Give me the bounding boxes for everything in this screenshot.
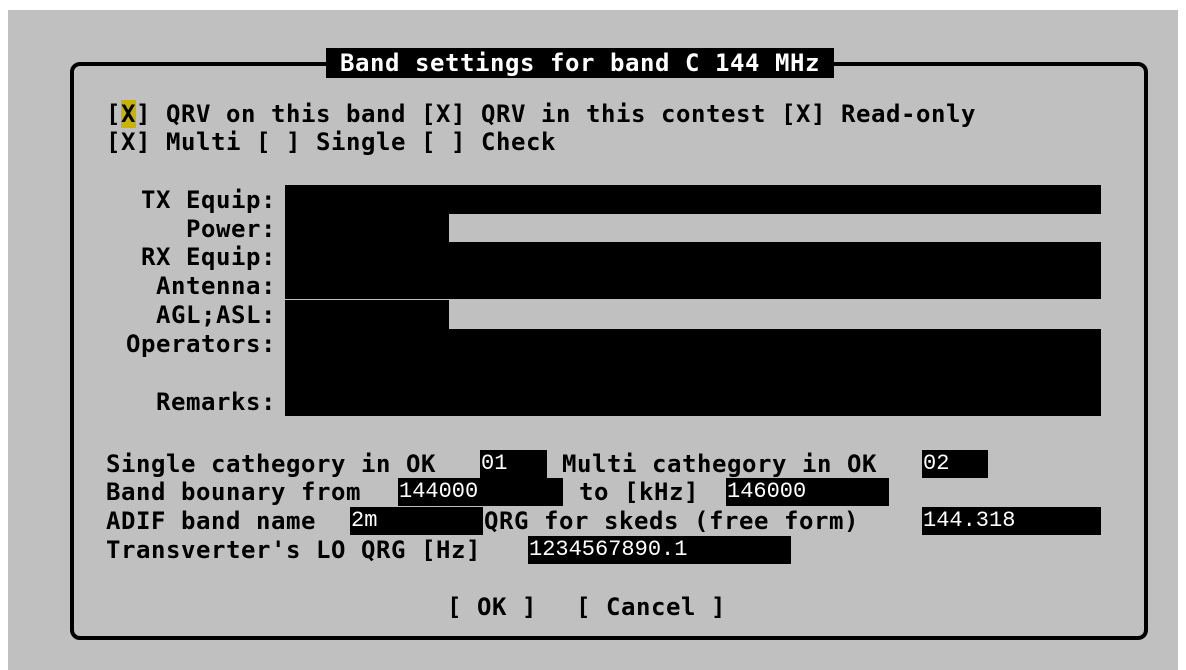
antenna-label: Antenna: xyxy=(156,272,276,300)
single-category-field[interactable]: 01 xyxy=(480,450,547,478)
checkbox-read-only[interactable]: [X] Read-only xyxy=(781,100,976,128)
checkbox-single-label: Single xyxy=(301,128,406,156)
transverter-lo-label: Transverter's LO QRG [Hz] xyxy=(106,536,481,564)
checkbox-multi[interactable]: [X] Multi xyxy=(106,128,241,156)
checkbox-qrv-contest-label: QRV in this contest xyxy=(466,100,766,128)
checkbox-qrv-band-label: QRV on this band xyxy=(151,100,406,128)
checkbox-qrv-contest[interactable]: [X] QRV in this contest xyxy=(421,100,766,128)
dialog-title: Band settings for band C 144 MHz xyxy=(326,48,834,78)
checkbox-check[interactable]: [ ] Check xyxy=(421,128,556,156)
tx-equip-label: TX Equip: xyxy=(141,186,276,214)
checkbox-qrv-band[interactable]: [X] QRV on this band xyxy=(106,100,406,128)
checkbox-single-mark[interactable] xyxy=(271,128,286,156)
checkbox-check-label: Check xyxy=(466,128,556,156)
checkbox-row-2: [X] Multi [ ] Single [ ] Check xyxy=(106,128,556,156)
checkbox-qrv-contest-mark[interactable]: X xyxy=(436,100,451,128)
transverter-lo-field[interactable]: 1234567890.1 xyxy=(528,536,791,564)
operators-field[interactable] xyxy=(285,329,1101,387)
ok-button[interactable]: [ OK ] xyxy=(447,593,537,621)
operators-label: Operators: xyxy=(126,330,276,358)
adif-band-name-label: ADIF band name xyxy=(106,507,316,535)
single-category-label: Single cathegory in OK xyxy=(106,450,436,478)
rx-equip-label: RX Equip: xyxy=(141,243,276,271)
multi-category-field[interactable]: 02 xyxy=(922,450,988,478)
checkbox-qrv-band-mark[interactable]: X xyxy=(121,100,136,128)
checkbox-single[interactable]: [ ] Single xyxy=(256,128,406,156)
agl-asl-field[interactable] xyxy=(285,300,449,329)
remarks-field[interactable] xyxy=(285,387,1101,416)
antenna-field[interactable] xyxy=(285,271,1101,299)
power-label: Power: xyxy=(186,215,276,243)
terminal-screen: Band settings for band C 144 MHz [X] QRV… xyxy=(8,10,1178,670)
power-field[interactable] xyxy=(285,214,449,242)
adif-band-name-field[interactable]: 2m xyxy=(350,507,483,535)
cancel-button[interactable]: [ Cancel ] xyxy=(576,593,726,621)
remarks-label: Remarks: xyxy=(156,388,276,416)
band-boundary-from-field[interactable]: 144000 xyxy=(398,478,563,506)
checkbox-multi-label: Multi xyxy=(151,128,241,156)
checkbox-check-mark[interactable] xyxy=(436,128,451,156)
checkbox-read-only-mark[interactable]: X xyxy=(796,100,811,128)
agl-asl-label: AGL;ASL: xyxy=(156,301,276,329)
checkbox-multi-mark[interactable]: X xyxy=(121,128,136,156)
checkbox-read-only-label: Read-only xyxy=(825,100,976,128)
multi-category-label: Multi cathegory in OK xyxy=(562,450,877,478)
tx-equip-field[interactable] xyxy=(285,185,1101,214)
qrg-skeds-label: QRG for skeds (free form) xyxy=(484,507,859,535)
band-boundary-to-label: to [kHz] xyxy=(579,478,699,506)
checkbox-row-1: [X] QRV on this band [X] QRV in this con… xyxy=(106,100,976,128)
qrg-skeds-field[interactable]: 144.318 xyxy=(922,507,1101,535)
band-boundary-to-field[interactable]: 146000 xyxy=(726,478,889,506)
band-boundary-from-label: Band bounary from xyxy=(106,478,361,506)
